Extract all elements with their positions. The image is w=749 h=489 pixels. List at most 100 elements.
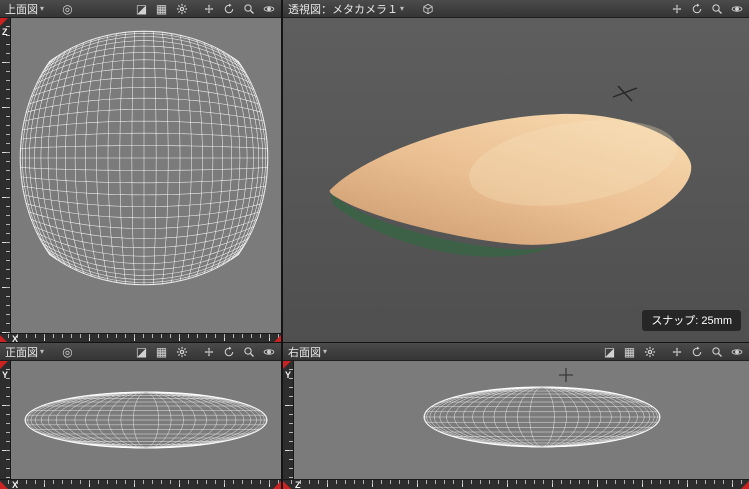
view-menu-button[interactable]: 透視図：メタカメラ１ ▾ (288, 1, 404, 17)
zoom-view-button[interactable] (709, 1, 724, 16)
view-nav-group (201, 1, 276, 16)
gear-icon (176, 3, 188, 15)
viewport-front-titlebar: 正面図 ▾ ◎ ◪ ▦ (0, 343, 281, 361)
grid-button[interactable]: ▦ (154, 1, 169, 16)
vertical-ruler: Z (0, 18, 11, 333)
viewport-front: 正面図 ▾ ◎ ◪ ▦ Y (0, 343, 281, 489)
cube-icon (422, 3, 434, 15)
rotate-view-button[interactable] (221, 1, 236, 16)
orbit-view-button[interactable] (729, 1, 744, 16)
pan-view-button[interactable] (201, 1, 216, 16)
grid-button[interactable]: ▦ (154, 344, 169, 359)
center-view-button[interactable]: ◎ (60, 1, 75, 16)
magnifier-icon (243, 3, 255, 15)
ruler-origin-marker (283, 481, 291, 489)
pan-icon (671, 346, 683, 358)
pan-icon (671, 3, 683, 15)
view-menu-button[interactable]: 上面図 ▾ (5, 1, 44, 17)
grid-button[interactable]: ▦ (622, 344, 637, 359)
rotate-view-button[interactable] (689, 344, 704, 359)
viewport-top: 上面図 ▾ ◎ ◪ ▦ Z (0, 0, 281, 343)
vertical-ruler: Y (283, 361, 294, 479)
viewport-perspective: 透視図：メタカメラ１ ▾ (283, 0, 749, 343)
shading-icon: ◪ (136, 3, 147, 15)
orbit-view-button[interactable] (729, 344, 744, 359)
center-view-icon: ◎ (62, 3, 72, 15)
zoom-view-button[interactable] (241, 1, 256, 16)
chevron-down-icon: ▾ (323, 348, 327, 356)
display-options-group: ◪ ▦ (602, 344, 657, 359)
viewport-title: 正面図 (5, 344, 38, 360)
viewport-top-titlebar: 上面図 ▾ ◎ ◪ ▦ (0, 0, 281, 18)
front-view-canvas[interactable] (11, 361, 281, 479)
snap-status-badge: スナップ: 25mm (642, 310, 741, 331)
ruler-end-marker (741, 481, 749, 489)
magnifier-icon (243, 346, 255, 358)
orbit-view-button[interactable] (261, 344, 276, 359)
center-view-button[interactable]: ◎ (60, 344, 75, 359)
orbit-icon (731, 3, 743, 15)
shading-button[interactable]: ◪ (602, 344, 617, 359)
pan-view-button[interactable] (669, 344, 684, 359)
pan-view-button[interactable] (669, 1, 684, 16)
rotate-view-button[interactable] (689, 1, 704, 16)
viewport-perspective-titlebar: 透視図：メタカメラ１ ▾ (283, 0, 749, 18)
axis-label-horizontal: X (12, 480, 18, 489)
view-menu-button[interactable]: 正面図 ▾ (5, 344, 44, 360)
ruler-origin-marker (0, 18, 8, 26)
pan-view-button[interactable] (201, 344, 216, 359)
viewport-title: 上面図 (5, 1, 38, 17)
titlebar-toolbar: ◪ ▦ (134, 344, 276, 359)
right-view-canvas[interactable] (294, 361, 749, 479)
view-settings-button[interactable] (642, 344, 657, 359)
display-options-group: ◪ ▦ (134, 1, 189, 16)
shading-button[interactable]: ◪ (134, 1, 149, 16)
top-view-canvas[interactable] (11, 18, 281, 333)
view-settings-button[interactable] (174, 1, 189, 16)
rotate-icon (691, 346, 703, 358)
zoom-view-button[interactable] (709, 344, 724, 359)
horizontal-ruler: X (0, 479, 281, 489)
orbit-icon (263, 346, 275, 358)
right-view-wireframe (294, 361, 749, 479)
view-menu-button[interactable]: 右面図 ▾ (288, 344, 327, 360)
titlebar-toolbar: ◪ ▦ (134, 1, 276, 16)
ruler-origin-marker (283, 361, 291, 369)
ruler-origin-marker (0, 481, 8, 489)
shading-icon: ◪ (604, 346, 615, 358)
magnifier-icon (711, 346, 723, 358)
app-window: 上面図 ▾ ◎ ◪ ▦ Z (0, 0, 749, 489)
axis-label-vertical: Y (285, 370, 291, 380)
viewport-right-titlebar: 右面図 ▾ ◪ ▦ (283, 343, 749, 361)
gear-icon (644, 346, 656, 358)
shading-icon: ◪ (136, 346, 147, 358)
chevron-down-icon: ▾ (40, 5, 44, 13)
cushion-object (283, 18, 749, 343)
view-settings-button[interactable] (174, 344, 189, 359)
horizontal-ruler: Z (283, 479, 749, 489)
vertical-ruler: Y (0, 361, 11, 479)
orbit-icon (731, 346, 743, 358)
front-view-wireframe (11, 361, 281, 479)
object-display-button[interactable] (420, 1, 435, 16)
gear-icon (176, 346, 188, 358)
ruler-origin-marker (0, 361, 8, 369)
top-view-wireframe (11, 18, 281, 333)
vertical-splitter[interactable] (281, 0, 283, 489)
shading-button[interactable]: ◪ (134, 344, 149, 359)
pan-icon (203, 346, 215, 358)
perspective-view-canvas[interactable]: スナップ: 25mm (283, 18, 749, 343)
zoom-view-button[interactable] (241, 344, 256, 359)
viewport-right: 右面図 ▾ ◪ ▦ Y Z (283, 343, 749, 489)
display-options-group: ◪ ▦ (134, 344, 189, 359)
magnifier-icon (711, 3, 723, 15)
viewport-title: 透視図：メタカメラ１ (288, 1, 398, 17)
rotate-icon (223, 3, 235, 15)
horizontal-splitter[interactable] (0, 342, 749, 343)
rotate-view-button[interactable] (221, 344, 236, 359)
grid-icon: ▦ (156, 346, 167, 358)
orbit-view-button[interactable] (261, 1, 276, 16)
rotate-icon (223, 346, 235, 358)
view-nav-group (201, 344, 276, 359)
grid-icon: ▦ (156, 3, 167, 15)
